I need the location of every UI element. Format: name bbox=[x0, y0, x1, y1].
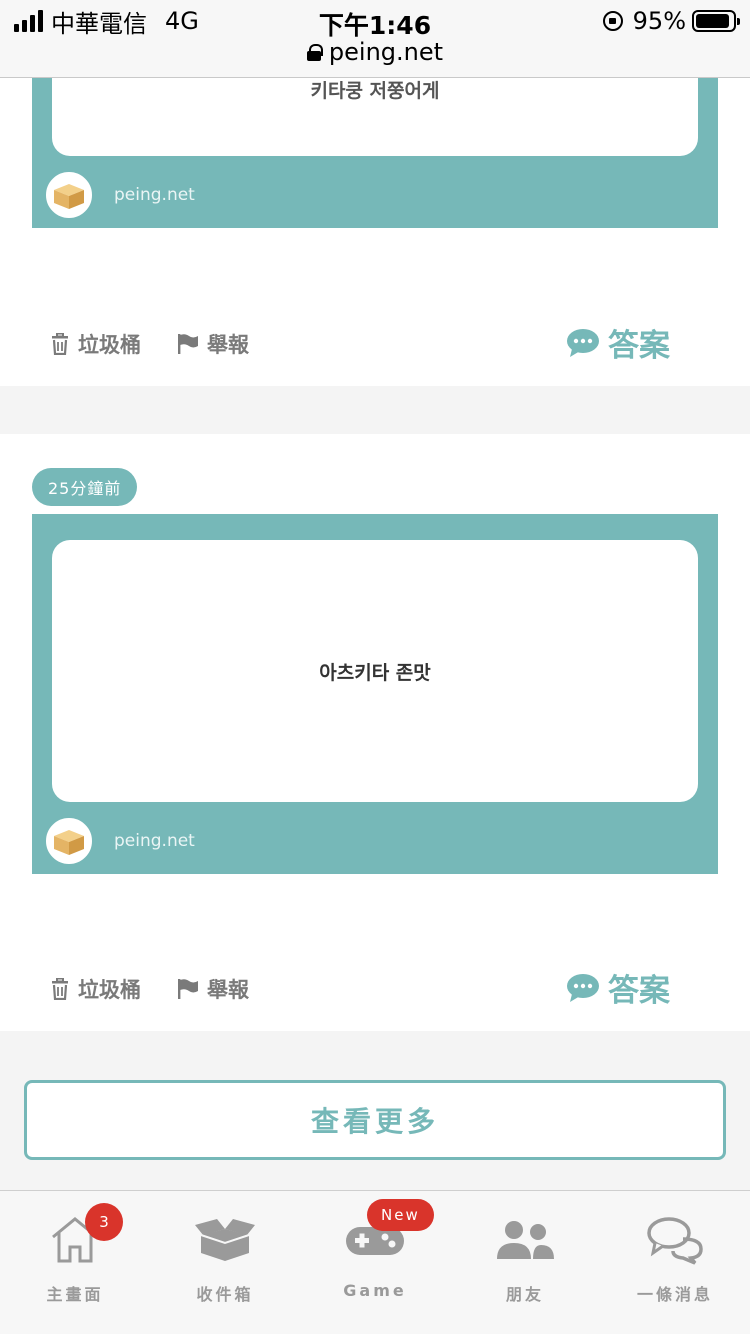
site-name: peing.net bbox=[114, 831, 195, 851]
tab-label: 收件箱 bbox=[196, 1285, 254, 1304]
speech-bubble-icon bbox=[567, 328, 599, 357]
url-text: peing.net bbox=[328, 38, 444, 66]
card-actions: 垃圾桶 舉報 答案 bbox=[50, 969, 700, 1009]
tab-label: Game bbox=[343, 1281, 407, 1300]
time-ago-badge: 25分鐘前 bbox=[32, 468, 138, 506]
chat-bubbles-icon bbox=[647, 1217, 703, 1265]
answer-button[interactable]: 答案 bbox=[566, 320, 670, 365]
question-box: 아츠키타 존맛 bbox=[52, 540, 698, 802]
flag-icon bbox=[178, 334, 198, 354]
address-bar[interactable]: peing.net bbox=[0, 38, 750, 66]
question-text: 아츠키타 존맛 bbox=[319, 661, 431, 684]
tab-friends[interactable]: 朋友 bbox=[450, 1191, 600, 1334]
trash-icon bbox=[52, 333, 68, 355]
rotation-lock-icon bbox=[602, 11, 623, 31]
question-image[interactable]: 키타쿵 저쭝어게 peing.net bbox=[32, 38, 718, 228]
bottom-tab-bar: 3 主畫面 收件箱 New Game 朋友 一條消息 bbox=[0, 1190, 750, 1334]
report-button[interactable]: 舉報 bbox=[177, 974, 249, 1004]
answer-label: 答案 bbox=[608, 328, 670, 364]
status-right: 95% bbox=[602, 7, 740, 35]
question-text: 키타쿵 저쭝어게 bbox=[310, 80, 440, 102]
question-card: 키타쿵 저쭝어게 peing.net 垃圾桶 舉報 答案 bbox=[0, 38, 750, 386]
trash-button[interactable]: 垃圾桶 bbox=[50, 974, 141, 1004]
report-label: 舉報 bbox=[207, 978, 249, 1002]
speech-bubble-icon bbox=[567, 973, 599, 1002]
battery-icon bbox=[692, 10, 740, 32]
trash-button[interactable]: 垃圾桶 bbox=[50, 329, 141, 359]
report-button[interactable]: 舉報 bbox=[177, 329, 249, 359]
card-footer: peing.net bbox=[46, 172, 195, 218]
question-card: 25分鐘前 아츠키타 존맛 peing.net 垃圾桶 舉報 答案 bbox=[0, 434, 750, 1031]
load-more-button[interactable]: 查看更多 bbox=[24, 1080, 726, 1160]
card-footer: peing.net bbox=[46, 818, 195, 864]
site-name: peing.net bbox=[114, 185, 195, 205]
question-image[interactable]: 아츠키타 존맛 peing.net bbox=[32, 514, 718, 874]
tab-label: 朋友 bbox=[505, 1285, 544, 1304]
card-actions: 垃圾桶 舉報 答案 bbox=[50, 324, 700, 364]
tab-label: 主畫面 bbox=[46, 1285, 104, 1304]
cardboard-box-avatar-icon bbox=[46, 818, 92, 864]
trash-label: 垃圾桶 bbox=[78, 978, 141, 1002]
trash-label: 垃圾桶 bbox=[78, 333, 141, 357]
notification-badge: 3 bbox=[85, 1203, 123, 1241]
tab-inbox[interactable]: 收件箱 bbox=[150, 1191, 300, 1334]
tab-messages[interactable]: 一條消息 bbox=[600, 1191, 750, 1334]
friends-icon bbox=[497, 1221, 554, 1259]
browser-status-bar: 中華電信 4G 下午1:46 95% peing.net bbox=[0, 0, 750, 78]
padlock-icon bbox=[306, 43, 323, 61]
tab-home[interactable]: 3 主畫面 bbox=[0, 1191, 150, 1334]
tab-game[interactable]: New Game bbox=[300, 1191, 450, 1334]
tab-label: 一條消息 bbox=[636, 1285, 713, 1304]
answer-button[interactable]: 答案 bbox=[566, 965, 670, 1010]
new-badge: New bbox=[367, 1199, 434, 1231]
report-label: 舉報 bbox=[207, 333, 249, 357]
inbox-box-icon bbox=[195, 1219, 255, 1261]
battery-percent: 95% bbox=[632, 7, 686, 35]
cardboard-box-avatar-icon bbox=[46, 172, 92, 218]
answer-label: 答案 bbox=[608, 973, 670, 1009]
trash-icon bbox=[52, 978, 68, 1000]
flag-icon bbox=[178, 979, 198, 999]
